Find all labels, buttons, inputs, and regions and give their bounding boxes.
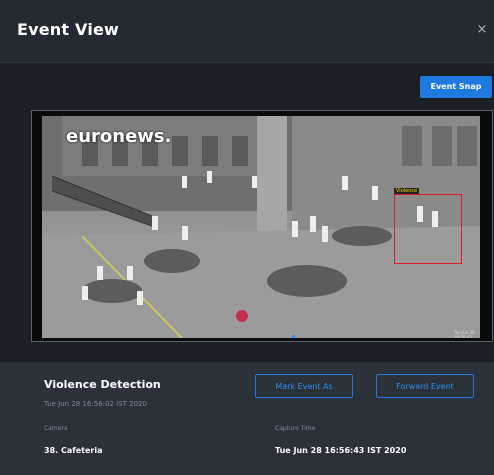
modal-header: Event View × xyxy=(0,0,494,63)
video-player: euronews. Violence Tue Jun 28 16:56:43 xyxy=(31,110,493,342)
event-view-modal: Event View × Event Snap euronews. Violen… xyxy=(0,0,494,475)
event-time: Tue Jun 28 16:56:02 IST 2020 xyxy=(44,400,147,408)
event-type: Violence Detection xyxy=(44,378,161,391)
progress-thumb[interactable] xyxy=(292,335,296,338)
close-icon[interactable]: × xyxy=(474,22,490,38)
right-cells xyxy=(402,126,477,166)
modal-title: Event View xyxy=(17,20,120,39)
event-details-panel: Violence Detection Tue Jun 28 16:56:02 I… xyxy=(0,362,494,475)
floor-stain xyxy=(236,310,248,322)
mark-event-button[interactable]: Mark Event As xyxy=(255,374,353,398)
forward-event-button[interactable]: Forward Event xyxy=(376,374,474,398)
camera-label: Camera xyxy=(44,425,68,432)
video-frame-image: euronews. Violence Tue Jun 28 16:56:43 xyxy=(42,116,480,338)
capture-time-label: Capture Time xyxy=(275,425,316,432)
event-snap-button[interactable]: Event Snap xyxy=(420,76,492,98)
detection-box xyxy=(394,194,462,264)
camera-value: 38. Cafeteria xyxy=(44,446,103,455)
video-timestamp: Tue Jun 28 16:56:43 xyxy=(454,330,475,338)
news-watermark: euronews. xyxy=(66,126,172,147)
capture-time-value: Tue Jun 28 16:56:43 IST 2020 xyxy=(275,446,407,455)
